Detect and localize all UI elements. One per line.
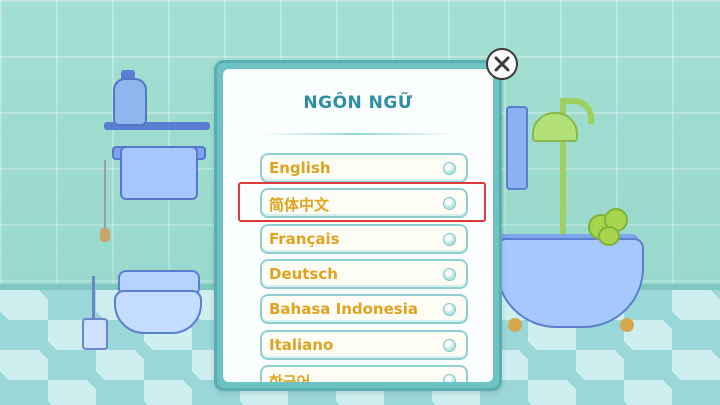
language-option-french[interactable]: Français xyxy=(260,224,468,254)
language-label: 简体中文 xyxy=(269,196,330,214)
radio-icon xyxy=(443,374,456,382)
bathtub-foot xyxy=(620,318,634,332)
language-option-simplified-chinese[interactable]: 简体中文 xyxy=(260,188,468,218)
bath-foam xyxy=(598,226,620,246)
language-label: Français xyxy=(269,230,340,248)
radio-icon xyxy=(443,303,456,316)
radio-icon xyxy=(443,233,456,246)
language-option-korean[interactable]: 한국어 xyxy=(260,365,468,382)
language-label: 한국어 xyxy=(269,373,311,382)
close-icon xyxy=(494,56,510,72)
language-label: English xyxy=(269,159,331,177)
flush-handle xyxy=(100,228,110,242)
close-button[interactable] xyxy=(486,48,518,80)
language-label: Bahasa Indonesia xyxy=(269,300,418,318)
language-option-italian[interactable]: Italiano xyxy=(260,330,468,360)
toilet-bowl xyxy=(114,290,202,334)
radio-icon xyxy=(443,197,456,210)
soap-bottle xyxy=(113,78,147,126)
toilet-brush-stick xyxy=(92,276,95,320)
dialog-panel: NGÔN NGỮ English 简体中文 Français Deutsch B… xyxy=(223,69,493,382)
towel-holder xyxy=(506,106,528,190)
title-divider xyxy=(261,133,455,135)
bathtub-foot xyxy=(508,318,522,332)
language-option-german[interactable]: Deutsch xyxy=(260,259,468,289)
radio-icon xyxy=(443,268,456,281)
wall-cistern xyxy=(120,146,198,200)
language-option-indonesian[interactable]: Bahasa Indonesia xyxy=(260,294,468,324)
language-dialog: NGÔN NGỮ English 简体中文 Français Deutsch B… xyxy=(214,60,502,391)
bathtub xyxy=(496,238,644,328)
toilet-brush-holder xyxy=(82,318,108,350)
radio-icon xyxy=(443,162,456,175)
flush-chain xyxy=(104,160,106,230)
language-option-english[interactable]: English xyxy=(260,153,468,183)
radio-icon xyxy=(443,339,456,352)
language-label: Deutsch xyxy=(269,265,338,283)
language-label: Italiano xyxy=(269,336,334,354)
dialog-title: NGÔN NGỮ xyxy=(303,93,413,113)
